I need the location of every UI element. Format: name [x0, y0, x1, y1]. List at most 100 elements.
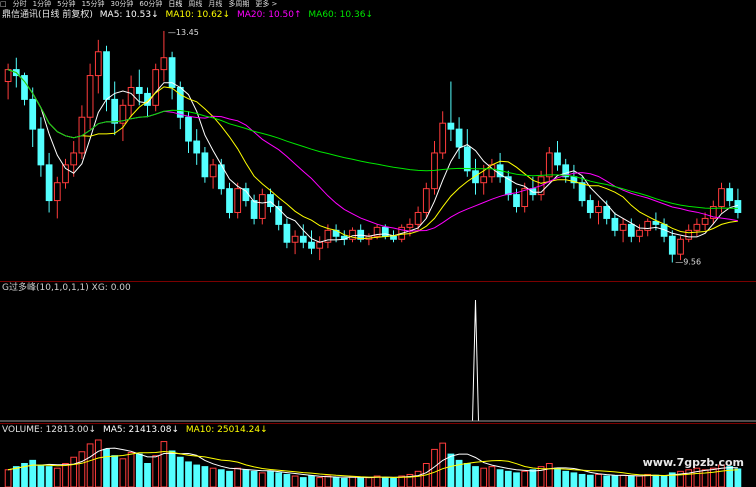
volume-bar	[308, 475, 315, 487]
volume-bar	[439, 442, 447, 487]
volume-bar	[324, 475, 332, 487]
candle-body	[685, 229, 693, 240]
high-price-label: —13.45	[168, 28, 199, 37]
candle-body	[267, 194, 274, 208]
volume-bar	[709, 467, 717, 487]
volume-bar	[734, 468, 742, 487]
volume-bar	[86, 443, 94, 487]
volume-bar	[160, 441, 168, 487]
volume-bar	[554, 467, 561, 487]
candle-body	[480, 176, 488, 184]
volume-bar	[578, 473, 586, 487]
volume-bar	[562, 470, 570, 487]
candle-body	[513, 194, 520, 208]
volume-bar	[103, 448, 110, 487]
candle-body	[734, 200, 742, 213]
volume-bar	[496, 469, 504, 487]
candle-body	[86, 75, 94, 118]
volume-bar	[299, 477, 307, 487]
volume-bar	[586, 474, 594, 487]
volume-bar	[45, 466, 53, 487]
low-price-label: —9.56	[675, 257, 701, 266]
candle-body	[422, 188, 430, 213]
candle-body	[308, 241, 315, 249]
candle-body	[447, 122, 455, 130]
candle-body	[29, 98, 37, 130]
watermark: www.7gpzb.com	[642, 456, 744, 469]
volume-bar	[127, 452, 135, 487]
volume-bar	[570, 472, 578, 487]
volume-bar	[603, 475, 611, 487]
candle-body	[636, 229, 643, 237]
volume-bar	[365, 477, 373, 487]
volume-bar	[529, 469, 537, 487]
candle-body	[414, 211, 422, 225]
volume-bar	[168, 450, 176, 487]
volume-bar	[390, 477, 397, 487]
candle-body	[439, 122, 447, 154]
volume-bar	[595, 473, 602, 487]
volume-bar	[37, 464, 45, 487]
volume-bar	[78, 451, 86, 487]
candle-body	[693, 223, 701, 231]
volume-bar	[644, 473, 652, 487]
volume-bar	[258, 472, 266, 487]
volume-bar	[250, 470, 258, 487]
candle-body	[201, 152, 209, 178]
volume-bar	[447, 453, 455, 487]
volume-bar	[234, 467, 242, 487]
volume-bar	[217, 469, 225, 487]
candle-body	[127, 86, 135, 106]
candle-body	[4, 69, 12, 83]
candle-body	[78, 116, 86, 154]
volume-bar	[619, 474, 627, 487]
candle-body	[103, 51, 110, 100]
volume-bar	[627, 475, 635, 487]
volume-bar	[144, 463, 151, 487]
candle-body	[94, 51, 102, 77]
volume-bar	[291, 475, 299, 487]
candle-body	[316, 241, 324, 249]
volume-bar	[242, 469, 250, 487]
signal-spike	[472, 299, 479, 422]
volume-bar	[135, 453, 143, 487]
candle-body	[726, 188, 734, 202]
volume-bar	[70, 456, 78, 487]
ma60-line	[7, 69, 738, 209]
candle-body	[619, 223, 627, 231]
volume-bar	[488, 466, 496, 487]
candle-body	[463, 146, 471, 172]
candle-body	[595, 206, 602, 213]
candle-body	[160, 57, 168, 71]
candle-body	[193, 140, 201, 154]
volume-bar	[611, 475, 619, 487]
candle-body	[299, 235, 307, 243]
volume-bar	[226, 470, 233, 487]
candle-body	[135, 86, 143, 94]
candle-body	[554, 152, 561, 166]
candle-body	[111, 98, 119, 124]
candle-body	[390, 235, 397, 240]
candle-body	[677, 238, 684, 255]
volume-bar	[521, 470, 529, 487]
candle-body	[291, 235, 299, 243]
volume-bar	[652, 474, 660, 487]
candle-body	[545, 152, 553, 178]
ma20-line	[7, 69, 738, 232]
volume-bar	[340, 477, 348, 487]
volume-bar	[660, 475, 668, 487]
candle-body	[283, 223, 291, 243]
volume-bar	[152, 455, 160, 487]
stock-chart: —13.45 —9.56	[0, 28, 756, 487]
volume-bar	[480, 467, 488, 487]
volume-bar	[209, 467, 217, 487]
volume-bar	[29, 459, 37, 487]
candle-body	[152, 69, 160, 106]
candle-body	[209, 164, 217, 178]
candle-body	[185, 116, 192, 142]
volume-bar	[267, 470, 274, 487]
volume-bar	[513, 472, 520, 487]
candle-body	[70, 152, 78, 166]
candle-body	[234, 188, 242, 213]
candle-body	[455, 128, 463, 148]
